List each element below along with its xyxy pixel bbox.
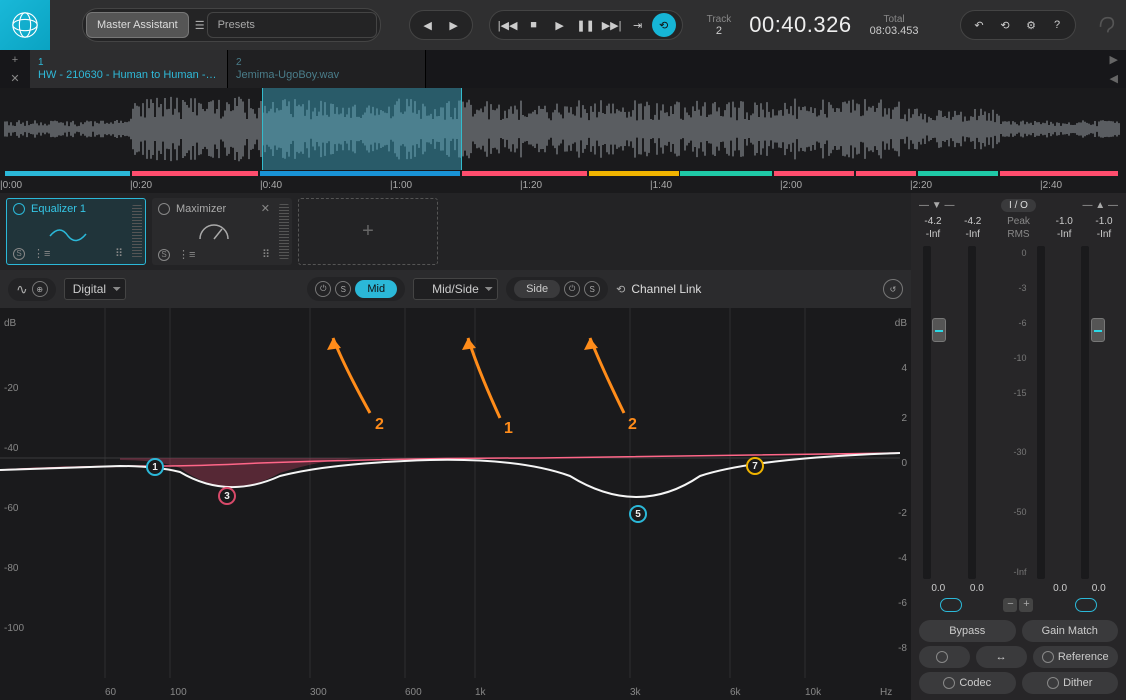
eq-node-5[interactable]: 5 [629, 505, 647, 523]
dither-button[interactable]: Dither [1022, 672, 1119, 694]
pause-icon[interactable]: ❚❚ [574, 13, 598, 37]
eq-node-7[interactable]: 7 [746, 457, 764, 475]
out-gain-slider-r[interactable] [1091, 318, 1105, 342]
master-assistant-button[interactable]: Master Assistant [86, 12, 189, 38]
codec-button[interactable]: Codec [919, 672, 1016, 694]
eq-graph[interactable]: dB-20-40-60-80-100 dB420-2-4-6-8 6010030… [0, 308, 911, 700]
gain-handle[interactable] [132, 205, 142, 258]
io-meters-panel: — ▼ — I / O — ▲ — -4.2 -4.2 Peak -1.0 -1… [911, 193, 1126, 700]
top-bar: Master Assistant ☰ Presets ◀ ▶ |◀◀ ■ ▶ ❚… [0, 0, 1126, 50]
settings-icon[interactable]: ⚙ [1019, 13, 1043, 37]
waveform-svg [0, 88, 1126, 170]
stop-icon[interactable]: ■ [522, 13, 546, 37]
reset-eq-icon[interactable]: ↺ [883, 279, 903, 299]
track-tabs: + ✕ 1 HW - 210630 - Human to Human - IS … [0, 50, 1126, 88]
link-out-icon[interactable] [1075, 598, 1097, 612]
io-badge[interactable]: I / O [1001, 199, 1036, 212]
drag-icon[interactable]: ⠿ [115, 247, 123, 260]
mono-button[interactable] [919, 646, 970, 668]
add-module-button[interactable]: + [298, 198, 438, 265]
total-label: Total [870, 14, 919, 25]
gain-handle[interactable] [279, 204, 289, 259]
timeline-ruler[interactable]: |0:00|0:20|0:40|1:00|1:20|1:40|2:00|2:20… [0, 171, 1126, 193]
link-in-icon[interactable] [940, 598, 962, 612]
bypass-button[interactable]: Bypass [919, 620, 1016, 642]
gain-match-button[interactable]: Gain Match [1022, 620, 1119, 642]
transport-nav: ◀ ▶ [409, 10, 473, 40]
presets-dropdown[interactable]: Presets [207, 12, 377, 38]
globe-icon[interactable]: ⊕ [32, 281, 48, 297]
module-maximizer[interactable]: Maximizer ✕ S ⋮≡ ⠿ [152, 198, 292, 265]
track-tab-1[interactable]: 1 HW - 210630 - Human to Human - IS ... [30, 50, 228, 88]
scroll-left-icon[interactable]: ◀ [1110, 72, 1118, 85]
module-equalizer[interactable]: Equalizer 1 S ⋮≡ ⠿ [6, 198, 146, 265]
solo-icon[interactable]: S [158, 249, 170, 261]
add-tab-icon[interactable]: + [0, 50, 30, 69]
loop-ab-icon[interactable]: ⇥ [626, 13, 650, 37]
side-button[interactable]: Side [514, 280, 560, 298]
eq-curves [0, 308, 900, 688]
eq-node-3[interactable]: 3 [218, 487, 236, 505]
eq-toolbar: ∿ ⊕ Digital ⏻ S Mid Mid/Side Side ⏻ S ⟲ … [0, 270, 911, 308]
solo-icon[interactable]: S [13, 248, 25, 260]
channel-link-label: Channel Link [631, 282, 701, 296]
menu-icon[interactable]: ⋮≡ [33, 247, 50, 260]
collapse-right-icon[interactable]: — ▲ — [1083, 200, 1118, 211]
presets-list-icon[interactable]: ☰ [195, 19, 205, 32]
undo-icon[interactable]: ↶ [967, 13, 991, 37]
track-label: Track [707, 14, 732, 25]
close-icon: Equalizer 1 [31, 203, 123, 215]
waveform-selection[interactable] [262, 88, 462, 170]
sum-diff-icon[interactable]: −+ [1003, 598, 1033, 612]
total-time: 08:03.453 [870, 25, 919, 37]
in-gain-slider-l[interactable] [932, 318, 946, 342]
power-icon[interactable] [158, 203, 170, 215]
history-icon[interactable]: ⟲ [993, 13, 1017, 37]
link-icon[interactable]: ⟲ [616, 283, 625, 296]
app-logo[interactable] [0, 0, 50, 50]
loop-icon[interactable]: ⟲ [652, 13, 676, 37]
eq-curve-icon [13, 215, 123, 247]
meter-bars: 0-3-6-10-15-30-50-Inf [919, 246, 1118, 579]
collapse-left-icon[interactable]: — ▼ — [919, 200, 954, 211]
skip-fwd-icon[interactable]: ▶▶| [600, 13, 624, 37]
scroll-right-icon[interactable]: ▶ [1110, 53, 1118, 66]
skip-back-icon[interactable]: |◀◀ [496, 13, 520, 37]
track-number: 2 [707, 25, 732, 37]
signal-chain: Equalizer 1 S ⋮≡ ⠿ Maximizer ✕ [0, 193, 911, 270]
right-tools: ↶ ⟲ ⚙ ? [960, 10, 1076, 40]
drag-icon[interactable]: ⠿ [262, 248, 270, 261]
next-track-icon[interactable]: ▶ [442, 13, 466, 37]
track-tab-2[interactable]: 2 Jemima-UgoBoy.wav [228, 50, 426, 88]
analyzer-icon[interactable]: ∿ [16, 281, 28, 298]
close-icon[interactable]: ✕ [261, 202, 270, 215]
solo-mid-icon[interactable]: S [335, 281, 351, 297]
transport-controls: |◀◀ ■ ▶ ❚❚ ▶▶| ⇥ ⟲ [489, 10, 683, 40]
prev-track-icon[interactable]: ◀ [416, 13, 440, 37]
waveform-overview[interactable]: |0:00|0:20|0:40|1:00|1:20|1:40|2:00|2:20… [0, 88, 1126, 193]
time-display: Track 2 00:40.326 Total 08:03.453 [707, 12, 919, 38]
stereo-mode-select[interactable]: Mid/Side [413, 278, 498, 300]
reference-button[interactable]: Reference [1033, 646, 1119, 668]
power-side-icon[interactable]: ⏻ [564, 281, 580, 297]
gauge-icon [158, 215, 270, 248]
playhead-time: 00:40.326 [749, 12, 851, 38]
eq-node-1[interactable]: 1 [146, 458, 164, 476]
power-icon[interactable] [13, 203, 25, 215]
swap-button[interactable]: ↔ [976, 646, 1027, 668]
close-tab-icon[interactable]: ✕ [0, 69, 30, 88]
solo-side-icon[interactable]: S [584, 281, 600, 297]
power-mid-icon[interactable]: ⏻ [315, 281, 331, 297]
play-icon[interactable]: ▶ [548, 13, 572, 37]
ear-icon[interactable] [1094, 13, 1118, 37]
eq-mode-select[interactable]: Digital [64, 278, 126, 300]
menu-icon[interactable]: ⋮≡ [178, 248, 195, 261]
mid-button[interactable]: Mid [355, 280, 397, 298]
help-icon[interactable]: ? [1045, 13, 1069, 37]
